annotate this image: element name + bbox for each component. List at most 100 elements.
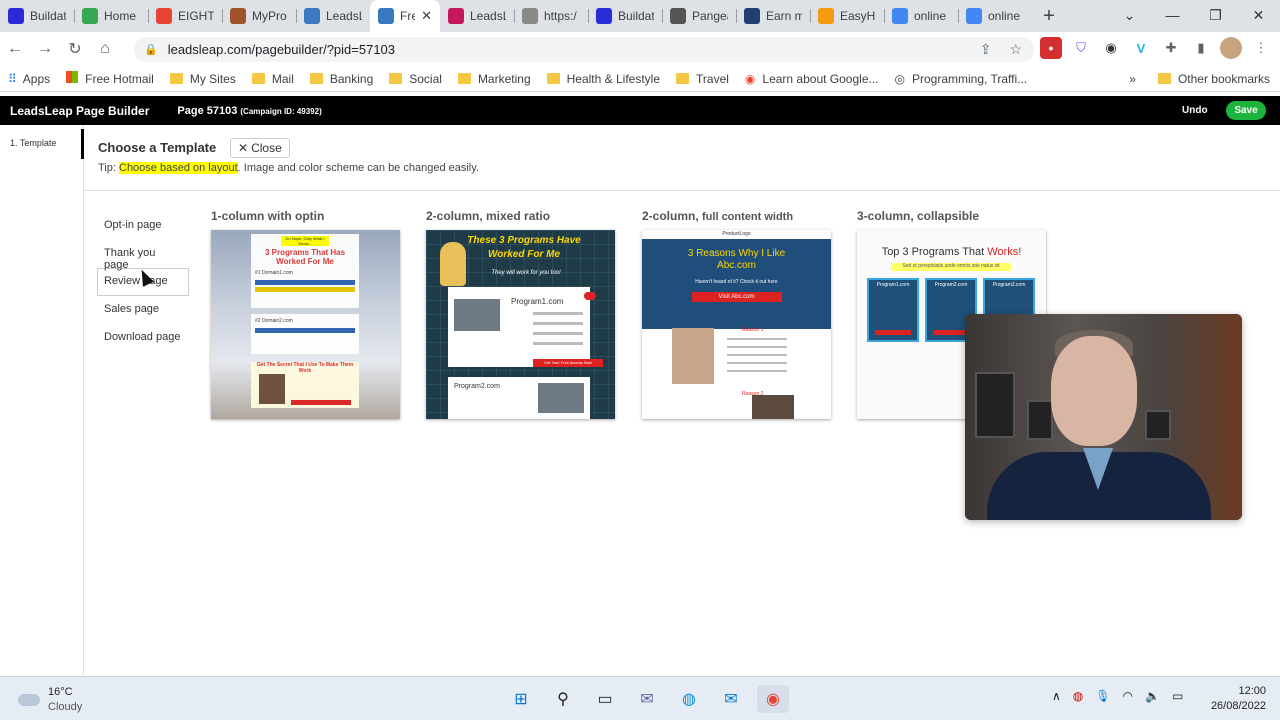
extension-v-icon[interactable]: V [1130,37,1152,59]
close-icon: ✕ [238,141,249,155]
home-icon[interactable]: ⌂ [90,40,120,58]
browser-tab[interactable]: online [958,0,1032,32]
bookmark-item[interactable]: Social [381,72,450,86]
template-thumbnail[interactable]: Do Nope, Only What I Know... 3 Programs … [211,230,400,419]
extension-shield-icon[interactable]: ⛉ [1070,37,1092,59]
bookmark-star-icon[interactable]: ☆ [1009,41,1022,58]
clock[interactable]: 12:00 26/08/2022 [1202,684,1266,714]
template-2col-mixed[interactable]: 2-column, mixed ratio These 3 Programs H… [426,209,615,419]
folder-icon [169,73,183,84]
browser-tab[interactable]: Buildat [0,0,74,32]
category-item[interactable]: Sales page [97,296,189,324]
bookmark-label: Marketing [477,71,531,86]
weather-widget[interactable]: 16°C Cloudy [18,685,82,715]
template-1col[interactable]: 1-column with optin Do Nope, Only What I… [211,209,400,419]
bookmark-item[interactable]: ◎ Programming, Traffi... [887,72,1036,86]
browser-tab[interactable]: Home [74,0,148,32]
save-button[interactable]: Save [1226,101,1266,120]
forward-icon[interactable]: → [30,40,60,58]
windows-start-icon[interactable]: ⊞ [505,685,537,713]
template-thumbnail[interactable]: These 3 Programs Have Worked For Me They… [426,230,615,419]
bookmark-item[interactable]: My Sites [162,72,244,86]
bookmark-item[interactable]: Banking [302,72,381,86]
more-bookmarks-button[interactable]: » [1129,72,1136,86]
share-icon[interactable]: ⇪ [980,41,992,58]
bookmark-item[interactable]: Marketing [450,72,539,86]
new-tab-button[interactable]: + [1032,5,1066,28]
browser-tab[interactable]: https:/ [514,0,588,32]
step-template-tab[interactable]: 1. Template [0,129,84,159]
folder-icon [251,73,265,84]
camera-icon[interactable]: ◍ [1073,689,1083,703]
microsoft-icon [66,71,79,86]
teams-chat-icon[interactable]: ✉ [631,685,663,713]
bookmark-item[interactable]: Free Hotmail [58,71,162,86]
browser-tab[interactable]: MyPro [222,0,296,32]
maximize-icon[interactable]: ❐ [1194,0,1237,30]
close-window-icon[interactable]: ✕ [1237,0,1280,30]
side-panel-icon[interactable]: ▮ [1190,37,1212,59]
bookmark-item[interactable]: Mail [244,72,302,86]
template-title: 2-column, mixed ratio [426,209,551,223]
google-icon [966,8,982,24]
close-button[interactable]: ✕ Close [230,138,290,158]
search-icon[interactable]: ⚲ [547,685,579,713]
browser-toolbar: ← → ↻ ⌂ 🔒 leadsleap.com/pagebuilder/?pid… [0,32,1280,66]
tab-title: MyPro [252,9,287,23]
browser-tab[interactable]: Buildat [588,0,662,32]
bookmark-item[interactable]: ◉ Learn about Google... [737,72,887,86]
browser-tab[interactable]: Pangea [662,0,736,32]
bookmark-label: Free Hotmail [85,71,154,86]
bookmark-item[interactable]: Health & Lifestyle [539,72,668,86]
template-thumbnail[interactable]: ProductLogo 3 Reasons Why I Like Abc.com… [642,230,831,419]
extensions-puzzle-icon[interactable]: ✚ [1160,37,1182,59]
address-bar[interactable]: 🔒 leadsleap.com/pagebuilder/?pid=57103 ⇪… [134,37,1034,62]
bookmark-label: Apps [22,71,51,86]
template-title: 1-column with optin [211,209,325,223]
browser-tab[interactable]: EIGHT [148,0,222,32]
extension-palette-icon[interactable]: ◉ [1100,37,1122,59]
browser-tab[interactable]: LeadsL [296,0,370,32]
thumbnail-image [672,328,714,384]
window-controls: ⌄ — ❐ ✕ [1108,0,1280,30]
undo-button[interactable]: Undo [1182,105,1208,116]
browser-tab[interactable]: online [884,0,958,32]
bookmark-item[interactable]: ⠿ Apps [0,72,58,86]
other-bookmarks[interactable]: Other bookmarks [1150,72,1278,86]
category-item[interactable]: Download page [97,324,189,352]
menu-kebab-icon[interactable]: ⋮ [1250,37,1272,59]
minimize-icon[interactable]: — [1151,0,1194,30]
chrome-icon[interactable]: ◉ [757,685,789,713]
lock-icon: 🔒 [144,44,158,56]
wifi-icon[interactable]: ◠ [1123,689,1133,703]
bookmark-item[interactable]: Travel [668,72,737,86]
extensions-area: ● ⛉ ◉ V ✚ ▮ ⋮ [1040,37,1272,59]
task-view-icon[interactable]: ▭ [589,685,621,713]
extension-red-icon[interactable]: ● [1040,37,1062,59]
tab-title: Home [104,9,137,23]
tab-search-icon[interactable]: ⌄ [1108,0,1151,30]
category-item[interactable]: Thank you page [97,240,189,271]
tab-title: LeadsL [326,9,362,23]
browser-tab-bar: Buildat Home EIGHT MyPro LeadsL Fre ✕ LeadsL htt… [0,0,1280,32]
google-icon [892,8,908,24]
back-icon[interactable]: ← [0,40,30,58]
reload-icon[interactable]: ↻ [60,39,90,59]
browser-tab[interactable]: LeadsL [440,0,514,32]
mail-icon[interactable]: ✉ [715,685,747,713]
microphone-icon[interactable]: 🎙 [1095,689,1110,703]
speaker-icon[interactable]: 🔈 [1145,689,1160,703]
chevron-up-icon[interactable]: ∧ [1052,689,1061,703]
browser-tab[interactable]: EasyHi [810,0,884,32]
url-text: leadsleap.com/pagebuilder/?pid=57103 [167,42,396,57]
profile-avatar[interactable] [1220,37,1242,59]
template-2col-full[interactable]: 2-column, full content width ProductLogo… [642,209,831,419]
edge-icon[interactable]: ◍ [673,685,705,713]
tab-title: online [914,9,947,23]
browser-tab[interactable]: Fre ✕ [370,0,440,32]
battery-icon[interactable]: ▭ [1172,689,1183,703]
browser-tab[interactable]: Earn m [736,0,810,32]
tab-title: Buildat [30,9,66,23]
close-tab-icon[interactable]: ✕ [421,8,432,24]
category-item[interactable]: Opt-in page [97,212,189,240]
